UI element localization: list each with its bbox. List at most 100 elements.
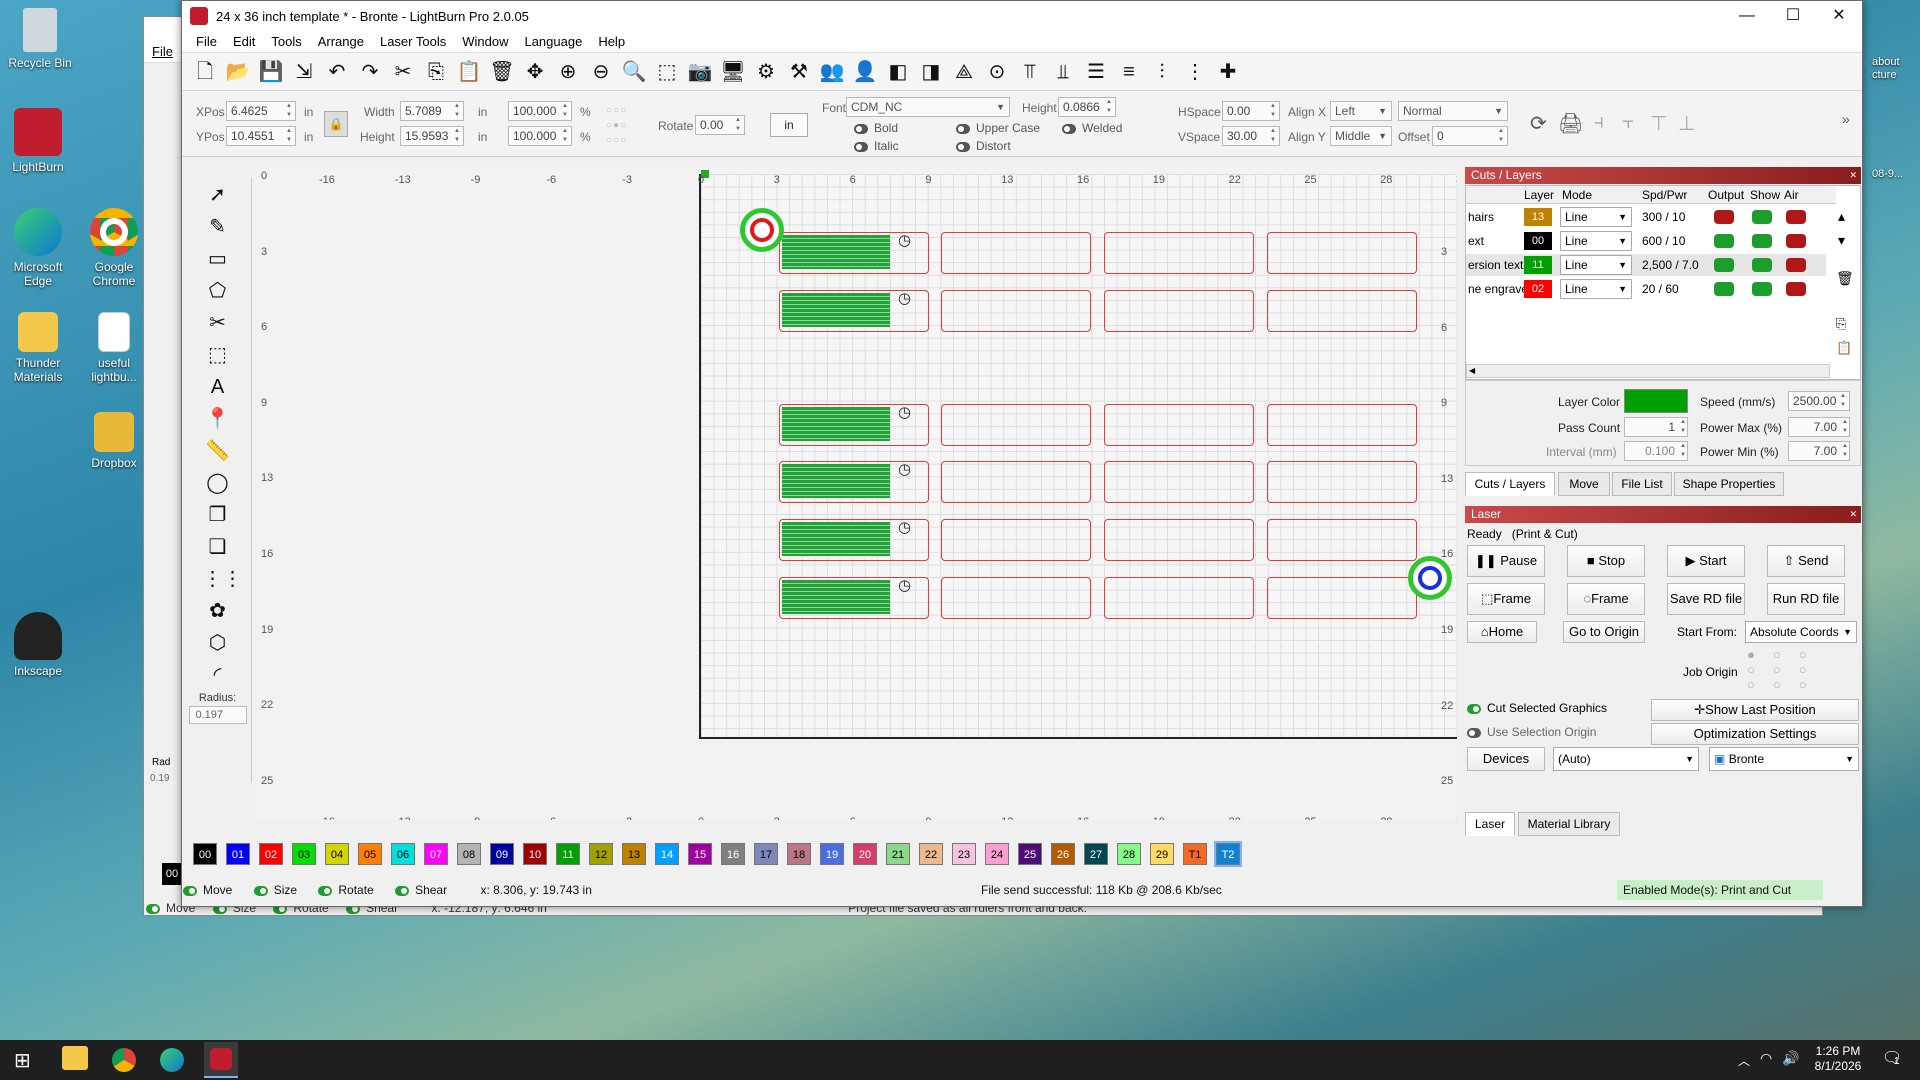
palette-swatch-11[interactable]: 11 xyxy=(556,843,580,865)
palette-swatch-01[interactable]: 01 xyxy=(226,843,250,865)
lightburn-taskbar-icon[interactable] xyxy=(204,1042,238,1078)
save-rd-button[interactable]: Save RD file xyxy=(1667,583,1745,615)
optimization-settings-button[interactable]: Optimization Settings xyxy=(1651,723,1859,745)
refresh-icon[interactable]: ⟳ xyxy=(1530,111,1547,136)
copy-along-icon[interactable]: ❐ xyxy=(203,500,233,530)
tab-laser[interactable]: Laser xyxy=(1465,812,1515,836)
align-right-edges-icon[interactable]: ⫟ xyxy=(1622,111,1634,134)
palette-swatch-17[interactable]: 17 xyxy=(754,843,778,865)
tools-icon[interactable]: ⚒ xyxy=(786,59,812,85)
position-pin-icon[interactable]: 📍 xyxy=(203,404,233,434)
design-card[interactable] xyxy=(941,404,1091,446)
tab-cuts-layers[interactable]: Cuts / Layers xyxy=(1465,472,1555,496)
circular-array-icon[interactable]: ✿ xyxy=(203,596,233,626)
layer-paste-icon[interactable]: 📋 xyxy=(1836,340,1852,356)
devices-button[interactable]: Devices xyxy=(1467,747,1545,771)
move-icon[interactable]: ✥ xyxy=(522,59,548,85)
design-card[interactable] xyxy=(779,231,929,274)
bold-toggle[interactable]: Bold xyxy=(854,121,898,135)
stop-button[interactable]: ■ Stop xyxy=(1567,545,1645,577)
show-toggle[interactable] xyxy=(1752,234,1772,248)
flip-vertical-icon[interactable]: ◨ xyxy=(918,59,944,85)
monitor-icon[interactable]: 🖥 xyxy=(720,59,746,85)
maximize-icon[interactable]: ☐ xyxy=(1770,1,1816,31)
ypos-input[interactable]: 10.4551 xyxy=(226,126,296,146)
menu-language[interactable]: Language xyxy=(516,31,590,52)
air-toggle[interactable] xyxy=(1786,234,1806,248)
distribute-h-icon[interactable]: ⫶ xyxy=(1149,59,1175,85)
status-rotate[interactable]: Rotate xyxy=(338,883,373,897)
send-button[interactable]: ⇧ Send xyxy=(1767,545,1845,577)
redo-icon[interactable]: ↷ xyxy=(357,59,383,85)
palette-swatch-13[interactable]: 13 xyxy=(622,843,646,865)
palette-swatch-06[interactable]: 06 xyxy=(391,843,415,865)
menu-window[interactable]: Window xyxy=(454,31,516,52)
save-icon[interactable]: 💾 xyxy=(258,59,284,85)
distribute-v-icon[interactable]: ⋮ xyxy=(1182,59,1208,85)
output-toggle[interactable] xyxy=(1714,234,1734,248)
status-shear[interactable]: Shear xyxy=(415,883,447,897)
layer-mode-select[interactable]: Line ▼ xyxy=(1560,231,1632,251)
home-button[interactable]: ⌂Home xyxy=(1467,621,1537,643)
tab-material-library[interactable]: Material Library xyxy=(1518,812,1620,836)
layer-down-icon[interactable]: ▾ xyxy=(1838,232,1845,249)
unit-toggle-button[interactable]: in xyxy=(770,113,808,137)
offset-tool-icon[interactable]: ◯ xyxy=(203,468,233,498)
layer-row[interactable]: hairs 13 Line ▼ 300 / 10 xyxy=(1466,206,1826,228)
palette-swatch-10[interactable]: 10 xyxy=(523,843,547,865)
design-card[interactable] xyxy=(1104,290,1254,332)
layer-row[interactable]: ne engrave 02 Line ▼ 20 / 60 xyxy=(1466,278,1826,300)
offset-input[interactable]: 0 xyxy=(1432,126,1508,146)
palette-swatch-27[interactable]: 27 xyxy=(1084,843,1108,865)
layer-number[interactable]: 02 xyxy=(1524,280,1552,298)
import-icon[interactable]: ⇲ xyxy=(291,59,317,85)
palette-swatch-03[interactable]: 03 xyxy=(292,843,316,865)
align-top-icon[interactable]: ⫪ xyxy=(1017,59,1043,85)
tab-file-list[interactable]: File List xyxy=(1612,472,1672,496)
layer-delete-icon[interactable]: 🗑 xyxy=(1836,270,1854,287)
pass-count-input[interactable]: 1 xyxy=(1624,417,1688,437)
scale-width-input[interactable]: 100.000 xyxy=(508,101,572,121)
fillet-icon[interactable]: ◜ xyxy=(203,660,233,690)
pause-button[interactable]: ❚❚ Pause xyxy=(1467,545,1545,577)
design-card[interactable] xyxy=(779,289,929,332)
show-toggle[interactable] xyxy=(1752,210,1772,224)
layer-up-icon[interactable]: ▴ xyxy=(1838,208,1845,225)
align-bottom-edges-icon[interactable]: ⊥ xyxy=(1678,111,1695,136)
layer-mode-select[interactable]: Line ▼ xyxy=(1560,255,1632,275)
layer-mode-select[interactable]: Line ▼ xyxy=(1560,207,1632,227)
bg-menu-file[interactable]: File xyxy=(152,44,173,59)
align-top-edges-icon[interactable]: ⊤ xyxy=(1650,111,1667,136)
output-toggle[interactable] xyxy=(1714,210,1734,224)
red-target-marker[interactable] xyxy=(740,208,784,252)
palette-swatch-26[interactable]: 26 xyxy=(1051,843,1075,865)
palette-swatch-20[interactable]: 20 xyxy=(853,843,877,865)
align-left-edges-icon[interactable]: ⫞ xyxy=(1594,111,1604,134)
group-icon[interactable]: 👥 xyxy=(819,59,845,85)
design-card[interactable] xyxy=(1267,461,1417,503)
desktop-icon-recycle-bin[interactable]: Recycle Bin xyxy=(0,8,80,70)
status-move[interactable]: Move xyxy=(203,883,232,897)
run-rd-button[interactable]: Run RD file xyxy=(1767,583,1845,615)
zoom-out-icon[interactable]: ⊖ xyxy=(588,59,614,85)
layer-number[interactable]: 11 xyxy=(1524,256,1552,274)
polygon-tool-icon[interactable]: ⬠ xyxy=(203,276,233,306)
file-explorer-icon[interactable] xyxy=(62,1046,88,1070)
scissors-tool-icon[interactable]: ✂ xyxy=(203,308,233,338)
menu-arrange[interactable]: Arrange xyxy=(310,31,372,52)
zoom-fit-icon[interactable]: 🔍 xyxy=(621,59,647,85)
start-windows-icon[interactable]: ⊞ xyxy=(14,1048,31,1073)
palette-swatch-25[interactable]: 25 xyxy=(1018,843,1042,865)
design-card[interactable] xyxy=(941,232,1091,274)
design-card[interactable] xyxy=(1267,577,1417,619)
palette-swatch-24[interactable]: 24 xyxy=(985,843,1009,865)
palette-swatch-16[interactable]: 16 xyxy=(721,843,745,865)
palette-swatch-23[interactable]: 23 xyxy=(952,843,976,865)
radius-input[interactable]: 0.197 xyxy=(188,706,247,724)
copy-icon[interactable]: ⎘ xyxy=(423,59,449,85)
design-card[interactable] xyxy=(1267,404,1417,446)
align-center-icon[interactable]: ⊙ xyxy=(984,59,1010,85)
palette-swatch-19[interactable]: 19 xyxy=(820,843,844,865)
delete-icon[interactable]: 🗑 xyxy=(489,59,515,85)
anchor-grid-icon[interactable]: ○○○ ○●○ ○○○ xyxy=(606,103,650,147)
